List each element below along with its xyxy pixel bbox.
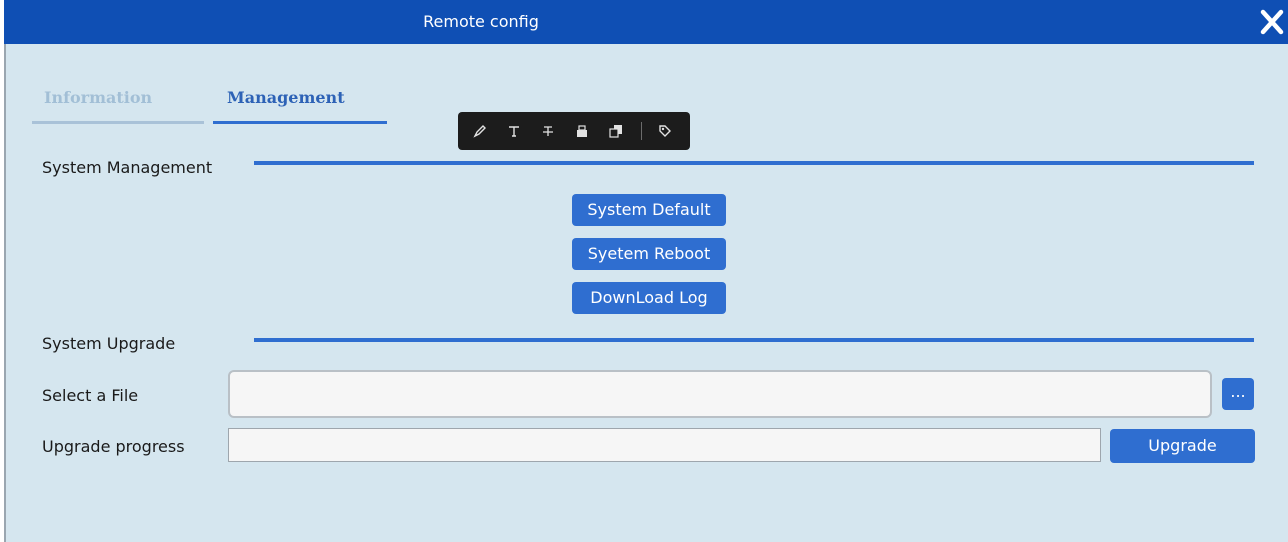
system-upgrade-heading: System Upgrade bbox=[42, 334, 176, 353]
section-divider bbox=[254, 338, 1254, 342]
upgrade-button[interactable]: Upgrade bbox=[1110, 429, 1255, 463]
system-management-heading: System Management bbox=[42, 158, 213, 177]
window-title: Remote config bbox=[423, 12, 539, 31]
close-icon bbox=[1260, 9, 1284, 35]
toolbar-separator bbox=[640, 122, 642, 140]
text-icon bbox=[508, 126, 519, 137]
strikethrough-tool[interactable] bbox=[538, 121, 557, 141]
upgrade-progress-bar bbox=[228, 428, 1101, 462]
annotation-toolbar bbox=[458, 112, 690, 150]
text-tool[interactable] bbox=[504, 121, 523, 141]
stamp-tool[interactable] bbox=[573, 121, 592, 141]
close-button[interactable] bbox=[1258, 6, 1286, 38]
system-reboot-button[interactable]: Syetem Reboot bbox=[572, 238, 726, 270]
file-path-input[interactable] bbox=[228, 370, 1212, 418]
tag-tool[interactable] bbox=[656, 121, 675, 141]
browse-button[interactable]: ... bbox=[1222, 378, 1254, 410]
strikethrough-icon bbox=[542, 126, 553, 136]
copy-tool[interactable] bbox=[607, 121, 626, 141]
system-default-button[interactable]: System Default bbox=[572, 194, 726, 226]
stamp-icon bbox=[577, 125, 588, 137]
section-divider bbox=[254, 161, 1254, 165]
copy-icon bbox=[609, 125, 623, 138]
title-bar: Remote config bbox=[4, 0, 1288, 44]
select-file-label: Select a File bbox=[42, 386, 139, 405]
highlighter-icon bbox=[473, 125, 486, 138]
tab-management[interactable]: Management bbox=[213, 88, 387, 124]
highlighter-tool[interactable] bbox=[470, 121, 489, 141]
download-log-button[interactable]: DownLoad Log bbox=[572, 282, 726, 314]
upgrade-progress-label: Upgrade progress bbox=[42, 437, 185, 456]
tab-information[interactable]: Information bbox=[32, 88, 204, 124]
tag-icon bbox=[659, 125, 672, 137]
